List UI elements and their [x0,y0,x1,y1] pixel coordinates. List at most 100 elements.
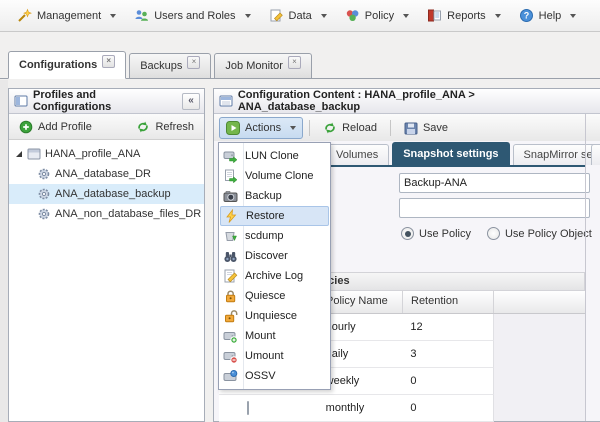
collapse-panel-button[interactable]: « [182,93,200,110]
secondary-text-input[interactable] [399,198,590,218]
tree-node-label: ANA_database_DR [55,168,151,180]
menu-item-archive-log[interactable]: Archive Log [220,266,329,286]
tab-label: Job Monitor [225,60,282,72]
menu-item-label: OSSV [245,370,276,382]
menu-item-lun-clone[interactable]: LUN Clone [220,146,329,166]
tab-snapshot-settings[interactable]: Snapshot settings [392,142,509,165]
menu-label: Policy [365,10,394,22]
policy-row-monthly[interactable]: monthly 0 [219,395,494,422]
caret-down-icon [403,14,409,18]
menu-item-label: scdump [245,230,284,242]
menu-label: Data [289,10,312,22]
tree-node-label: HANA_profile_ANA [45,148,140,160]
tab-close-icon[interactable]: × [102,55,115,68]
tree-node-label: ANA_database_backup [55,188,171,200]
retention-cell: 12 [402,321,493,333]
data-icon [269,8,284,23]
menu-label: Reports [447,10,486,22]
menu-item-label: Backup [245,190,282,202]
configuration-panel-title: Configuration Content : HANA_profile_ANA… [238,89,596,113]
panel-edge-divider [585,114,586,421]
menu-policy[interactable]: Policy [336,4,418,27]
left-gutter [0,80,8,422]
tree-node-hana-profile[interactable]: HANA_profile_ANA [9,144,204,164]
menu-item-scdump[interactable]: scdump [220,226,329,246]
menu-item-label: Quiesce [245,290,285,302]
quiesce-lock-icon [223,289,238,304]
configuration-toolbar: Actions Reload Save [214,114,600,142]
tab-clipped[interactable]: Snap [591,144,600,165]
add-profile-button[interactable]: Add Profile [16,118,95,136]
policy-name-cell: daily [326,348,403,360]
volume-clone-icon [223,169,238,184]
actions-dropdown-menu: LUN Clone Volume Clone Backup Restore sc… [218,142,331,390]
menu-item-volume-clone[interactable]: Volume Clone [220,166,329,186]
menu-label: Management [37,10,101,22]
menu-item-unquiesce[interactable]: Unquiesce [220,306,329,326]
menu-item-ossv[interactable]: OSSV [220,366,329,386]
retention-column-header[interactable]: Retention [403,291,494,313]
tree-node-ana-non-database-files-dr[interactable]: ANA_non_database_files_DR [9,204,204,224]
profile-node-icon [27,147,41,161]
caret-down-icon [495,14,501,18]
profiles-tree: HANA_profile_ANA ANA_database_DR ANA_dat… [9,140,204,224]
tab-close-icon[interactable]: × [187,56,200,69]
menu-item-backup[interactable]: Backup [220,186,329,206]
tree-node-ana-database-backup[interactable]: ANA_database_backup [9,184,204,204]
tab-job-monitor[interactable]: Job Monitor × [214,53,311,78]
tab-configurations[interactable]: Configurations × [8,51,126,79]
empty-column-header [494,291,585,313]
tree-node-label: ANA_non_database_files_DR [55,208,201,220]
policy-name-cell: weekly [326,375,403,387]
menu-item-label: Umount [245,350,284,362]
menu-item-mount[interactable]: Mount [220,326,329,346]
reload-icon [323,121,337,135]
configuration-panel-header: Configuration Content : HANA_profile_ANA… [214,89,600,114]
menu-item-umount[interactable]: Umount [220,346,329,366]
refresh-button[interactable]: Refresh [133,118,197,136]
policy-name-column-header[interactable]: Policy Name [326,291,403,313]
tab-volumes[interactable]: Volumes [325,144,389,165]
menu-item-label: Volume Clone [245,170,314,182]
menu-item-label: Discover [245,250,288,262]
menu-data[interactable]: Data [260,4,336,27]
expanded-arrow-icon[interactable] [15,150,23,158]
config-gear-icon [37,207,51,221]
menubar: Management Users and Roles Data Policy R… [0,0,600,32]
actions-button[interactable]: Actions [219,117,303,139]
add-icon [19,120,33,134]
menu-item-quiesce[interactable]: Quiesce [220,286,329,306]
menu-item-discover[interactable]: Discover [220,246,329,266]
tab-close-icon[interactable]: × [288,56,301,69]
tab-backups[interactable]: Backups × [129,53,211,78]
menu-management[interactable]: Management [8,4,125,27]
save-label: Save [423,122,448,134]
snapshot-name-input[interactable] [399,173,590,193]
toolbar-separator [309,120,310,136]
save-disk-icon [404,121,418,135]
use-policy-object-radio[interactable]: Use Policy Object [487,227,592,240]
config-gear-icon [37,167,51,181]
reports-icon [427,8,442,23]
tab-label: Configurations [19,59,97,71]
profiles-panel-title: Profiles and Configurations [33,89,177,113]
row-checkbox[interactable] [247,401,249,415]
tree-node-ana-database-dr[interactable]: ANA_database_DR [9,164,204,184]
menu-item-label: Unquiesce [245,310,297,322]
menu-reports[interactable]: Reports [418,4,510,27]
svg-text:?: ? [523,11,529,21]
reload-button[interactable]: Reload [316,117,384,139]
toolbar-separator [390,120,391,136]
save-button[interactable]: Save [397,117,455,139]
refresh-label: Refresh [155,121,194,133]
use-policy-radio[interactable]: Use Policy [401,227,471,240]
menu-users-and-roles[interactable]: Users and Roles [125,4,259,27]
radio-label: Use Policy Object [505,228,592,240]
menu-item-restore[interactable]: Restore [220,206,329,226]
menu-label: Help [539,10,562,22]
policy-name-cell: hourly [326,321,403,333]
tab-snapmirror-settings[interactable]: SnapMirror settings [513,144,600,165]
retention-cell: 0 [402,402,493,414]
retention-cell: 0 [402,375,493,387]
menu-help[interactable]: ? Help [510,4,586,27]
